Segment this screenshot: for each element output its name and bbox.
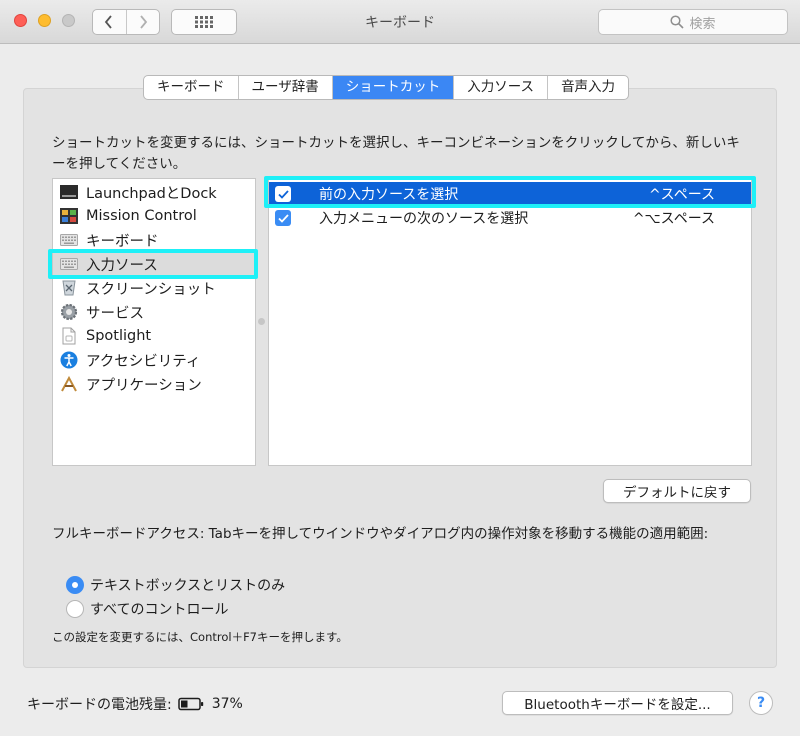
category-applications[interactable]: アプリケーション [53,372,255,396]
selected-shortcut-highlight [264,176,756,208]
zoom-window-button[interactable] [62,14,75,27]
radio-button[interactable] [66,600,84,618]
category-label: スクリーンショット [86,281,216,298]
launchpad-dock-icon [60,183,78,201]
radio-text-boxes-and-lists[interactable]: テキストボックスとリストのみ [66,575,285,595]
shortcut-label: 入力メニューの次のソースを選択 [319,211,529,227]
split-view-handle[interactable] [258,318,265,325]
tab-bar: キーボード ユーザ辞書 ショートカット 入力ソース 音声入力 [143,75,630,100]
category-label: LaunchpadとDock [86,185,217,202]
instructions-text: ショートカットを変更するには、ショートカットを選択し、キーコンビネーションをクリ… [52,135,740,172]
shortcut-row-next-input-source[interactable]: 入力メニューの次のソースを選択 ^⌥スペース [269,206,751,230]
search-field[interactable]: 検索 [598,9,788,35]
forward-button[interactable] [125,10,160,34]
back-forward-buttons [92,9,160,35]
battery-icon [177,697,203,711]
full-keyboard-access-label: フルキーボードアクセス: Tabキーを押してウインドウやダイアログ内の操作対象を… [52,526,709,542]
shortcut-list: 前の入力ソースを選択 ^スペース 入力メニューの次のソースを選択 ^⌥スペース [268,178,752,466]
battery-status: キーボードの電池残量: 37% [27,694,243,714]
category-services[interactable]: サービス [53,300,255,324]
back-button[interactable] [93,10,126,34]
category-label: アクセシビリティ [86,353,201,370]
radio-all-controls[interactable]: すべてのコントロール [66,599,228,619]
category-screenshots[interactable]: スクリーンショット [53,276,255,300]
mission-control-icon [60,207,78,225]
minimize-window-button[interactable] [38,14,51,27]
category-label: キーボード [86,233,159,250]
category-spotlight[interactable]: Spotlight [53,324,255,348]
category-launchpad-dock[interactable]: LaunchpadとDock [53,180,255,204]
tab-keyboard[interactable]: キーボード [144,76,237,99]
category-label: アプリケーション [86,377,202,394]
input-sources-highlight [48,249,258,279]
search-placeholder: 検索 [689,16,716,32]
help-button[interactable]: ? [749,691,773,715]
tab-shortcuts[interactable]: ショートカット [331,76,454,99]
radio-label: テキストボックスとリストのみ [90,578,286,594]
tab-dictation[interactable]: 音声入力 [547,76,628,99]
radio-label: すべてのコントロール [90,602,229,618]
close-window-button[interactable] [14,14,27,27]
battery-percent: 37% [211,696,243,712]
screenshot-icon [60,279,78,297]
category-mission-control[interactable]: Mission Control [53,204,255,228]
category-label: サービス [86,305,144,322]
title-bar: キーボード 検索 [0,0,800,44]
category-label: Spotlight [86,328,152,344]
tab-input-sources[interactable]: 入力ソース [453,76,547,99]
category-list: LaunchpadとDock Mission Control キーボード 入力ソ… [52,178,256,466]
control-f7-note: この設定を変更するには、Control＋F7キーを押します。 [52,630,348,644]
show-all-button[interactable] [171,9,237,35]
shortcut-key[interactable]: ^⌥スペース [633,208,715,228]
setup-bluetooth-keyboard-button[interactable]: Bluetoothキーボードを設定... [502,691,733,715]
battery-label: キーボードの電池残量: [27,697,172,713]
search-icon [670,15,685,29]
chevron-left-icon [105,15,112,29]
shortcut-checkbox[interactable] [275,210,291,226]
grid-icon [195,16,213,28]
chevron-right-icon [140,15,147,29]
checkmark-icon [277,213,289,223]
restore-defaults-button[interactable]: デフォルトに戻す [603,479,751,503]
document-icon [60,327,78,345]
category-label: Mission Control [86,208,197,224]
tab-user-dictionary[interactable]: ユーザ辞書 [237,76,332,99]
app-store-icon [60,375,78,393]
accessibility-icon [60,351,78,369]
category-accessibility[interactable]: アクセシビリティ [53,348,255,372]
radio-button-selected[interactable] [66,576,84,594]
gear-icon [60,303,78,321]
window-title: キーボード [365,15,435,31]
keyboard-icon [60,231,78,249]
